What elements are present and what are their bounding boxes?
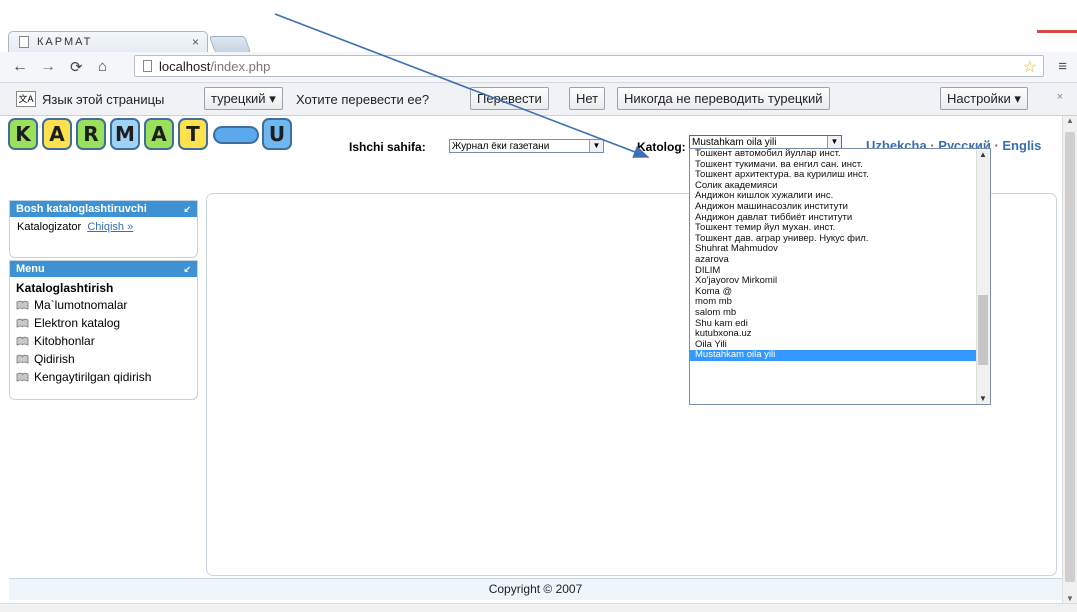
- lang-english-link[interactable]: Englis: [1002, 138, 1041, 153]
- translate-prompt: Язык этой страницы: [42, 92, 165, 107]
- home-icon[interactable]: ⌂: [98, 58, 107, 75]
- translate-question: Хотите перевести ее?: [296, 92, 430, 107]
- scroll-up-icon[interactable]: ▲: [1066, 116, 1074, 125]
- page-icon: [143, 60, 152, 72]
- katolog-label: Katolog:: [637, 140, 686, 154]
- forward-icon[interactable]: →: [40, 58, 56, 76]
- menu-item[interactable]: Kitobhonlar: [16, 332, 191, 350]
- book-icon: [16, 333, 29, 346]
- workpage-select[interactable]: Журнал ёки газетани ▼: [449, 139, 604, 153]
- dropdown-option[interactable]: Андижон машинасозлик институти: [690, 201, 990, 213]
- menu-item[interactable]: Qidirish: [16, 350, 191, 368]
- close-icon[interactable]: ×: [1057, 91, 1063, 103]
- dropdown-option-selected[interactable]: Mustahkam oila yili: [690, 350, 990, 361]
- language-select[interactable]: турецкий ▾: [204, 87, 283, 110]
- book-icon: [16, 315, 29, 328]
- logo-pill-shape: [213, 126, 259, 144]
- logo-letter: U: [262, 118, 292, 150]
- chevron-down-icon: ▼: [589, 140, 603, 152]
- collapse-icon[interactable]: ↙: [183, 264, 191, 275]
- window-edge: [1037, 30, 1077, 33]
- logo-letter: A: [42, 118, 72, 150]
- menu-box: Menu ↙ Kataloglashtirish Ma`lumotnomalar…: [9, 260, 198, 400]
- catalog-select[interactable]: Mustahkam oila yili ▼: [689, 135, 842, 149]
- chevron-down-icon: ▼: [827, 136, 841, 148]
- menu-item-label: Qidirish: [34, 352, 75, 366]
- dropdown-option[interactable]: Shuhrat Mahmudov: [690, 244, 990, 255]
- url-text: localhost/index.php: [159, 59, 271, 74]
- scroll-down-icon[interactable]: ▼: [979, 394, 987, 403]
- translate-button[interactable]: Перевести: [470, 87, 549, 110]
- menu-box-body: Kataloglashtirish Ma`lumotnomalar Elektro…: [10, 277, 197, 390]
- translate-icon: 文A: [16, 91, 36, 107]
- cataloger-box-header: Bosh kataloglashtiruvchi ↙: [10, 201, 197, 217]
- book-icon: [16, 351, 29, 364]
- scroll-down-icon[interactable]: ▼: [1066, 594, 1074, 603]
- logout-link[interactable]: Chiqish »: [87, 221, 133, 233]
- browser-tab[interactable]: КАРМАТ ×: [8, 31, 208, 52]
- horizontal-scrollbar[interactable]: [0, 603, 1077, 612]
- page-scrollbar[interactable]: ▲ ▼: [1062, 116, 1077, 603]
- scroll-thumb[interactable]: [978, 295, 988, 365]
- star-icon[interactable]: ☆: [1023, 57, 1037, 77]
- never-translate-button[interactable]: Никогда не переводить турецкий: [617, 87, 830, 110]
- catalog-dropdown-list[interactable]: Тошкент автомобил йуллар инст. Тошкент ту…: [689, 148, 991, 405]
- tab-title: КАРМАТ: [37, 36, 93, 48]
- cataloger-box-body: Katalogizator Chiqish »: [10, 217, 197, 237]
- no-button[interactable]: Нет: [569, 87, 606, 110]
- dropdown-option[interactable]: Xo'jayorov Mirkomil: [690, 276, 990, 287]
- logo-letter: T: [178, 118, 208, 150]
- dropdown-option[interactable]: salom mb: [690, 307, 990, 319]
- book-icon: [16, 369, 29, 382]
- dropdown-option[interactable]: Тошкент автомобил йуллар инст.: [690, 149, 990, 160]
- footer: Copyright © 2007: [9, 578, 1062, 600]
- menu-list: Ma`lumotnomalar Elektron katalog Kitobhonl…: [16, 296, 191, 386]
- tab-strip: КАРМАТ ×: [0, 28, 1077, 53]
- logo-letter: M: [110, 118, 140, 150]
- settings-button[interactable]: Настройки ▾: [940, 87, 1028, 110]
- menu-item-label: Kengaytirilgan qidirish: [34, 370, 152, 384]
- close-icon[interactable]: ×: [192, 35, 199, 49]
- menu-heading: Kataloglashtirish: [16, 281, 114, 295]
- dropdown-scrollbar[interactable]: ▲ ▼: [976, 149, 990, 404]
- menu-item[interactable]: Kengaytirilgan qidirish: [16, 368, 191, 386]
- cataloger-user: Katalogizator: [17, 221, 82, 233]
- collapse-icon[interactable]: ↙: [183, 204, 191, 215]
- logo-letter: A: [144, 118, 174, 150]
- menu-item[interactable]: Ma`lumotnomalar: [16, 296, 191, 314]
- logo-letter: R: [76, 118, 106, 150]
- menu-item[interactable]: Elektron katalog: [16, 314, 191, 332]
- translate-bar: 文A Язык этой страницы турецкий ▾ Хотите …: [0, 83, 1077, 116]
- menu-item-label: Elektron katalog: [34, 316, 121, 330]
- address-bar[interactable]: localhost/index.php ☆: [134, 55, 1044, 77]
- browser-toolbar: ← → ⟳ ⌂ localhost/index.php ☆ ≡: [0, 52, 1077, 83]
- back-icon[interactable]: ←: [12, 58, 28, 76]
- page-icon: [19, 36, 29, 48]
- new-tab-button[interactable]: [208, 36, 252, 53]
- page-content: KARMATU Ishchi sahifa: Журнал ёки газета…: [0, 116, 1062, 603]
- menu-item-label: Ma`lumotnomalar: [34, 298, 128, 312]
- scroll-up-icon[interactable]: ▲: [979, 150, 987, 159]
- logo-letter: K: [8, 118, 38, 150]
- catalog-options: Тошкент автомобил йуллар инст. Тошкент ту…: [690, 149, 990, 361]
- book-icon: [16, 297, 29, 310]
- dropdown-option[interactable]: Koma @: [690, 286, 990, 298]
- scroll-thumb[interactable]: [1065, 132, 1075, 582]
- menu-icon[interactable]: ≡: [1058, 58, 1067, 75]
- cataloger-box: Bosh kataloglashtiruvchi ↙ Katalogizator…: [9, 200, 198, 258]
- menu-item-label: Kitobhonlar: [34, 334, 95, 348]
- dropdown-option[interactable]: azarova: [690, 254, 990, 266]
- menu-box-header: Menu ↙: [10, 261, 197, 277]
- ishchi-label: Ishchi sahifa:: [349, 140, 426, 154]
- reload-icon[interactable]: ⟳: [70, 58, 83, 76]
- dropdown-option[interactable]: kutubxona.uz: [690, 328, 990, 340]
